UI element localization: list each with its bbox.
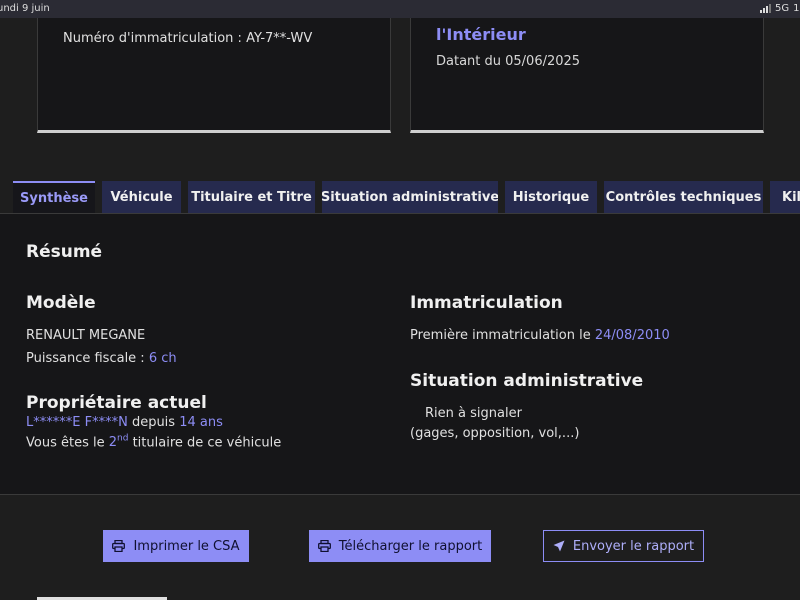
download-report-label: Télécharger le rapport [338, 538, 483, 554]
tab-titulaire[interactable]: Titulaire et Titre [188, 181, 315, 213]
fiscal-power-value: 6 ch [148, 351, 177, 366]
model-heading: Modèle [26, 293, 96, 313]
download-report-button[interactable]: Télécharger le rapport [309, 530, 491, 562]
printer-icon [317, 540, 331, 552]
network-label: 5G [775, 3, 790, 14]
fiscal-power-label: Puissance fiscale : [26, 351, 145, 366]
registration-number: Numéro d'immatriculation : AY-7**-WV [63, 31, 313, 46]
registration-card: Numéro d'immatriculation : AY-7**-WV [37, 18, 391, 133]
first-registration: Première immatriculation le 24/08/2010 [410, 328, 670, 343]
issuer-name: l'Intérieur [436, 25, 526, 44]
status-bar: undi 9 juin 5G 10 [0, 0, 800, 18]
send-report-button[interactable]: Envoyer le rapport [543, 530, 704, 562]
report-date: Datant du 05/06/2025 [436, 54, 581, 69]
send-report-label: Envoyer le rapport [572, 538, 695, 554]
tab-situation-administrative[interactable]: Situation administrative [322, 181, 498, 213]
owner-rank: Vous êtes le 2nd titulaire de ce véhicul… [26, 434, 281, 450]
print-csa-label: Imprimer le CSA [133, 538, 240, 554]
print-csa-button[interactable]: Imprimer le CSA [103, 530, 249, 562]
registration-heading: Immatriculation [410, 293, 563, 313]
tab-vehicule[interactable]: Véhicule [102, 181, 181, 213]
signal-icon [760, 4, 771, 13]
admin-status: Rien à signaler [425, 406, 522, 421]
owner-rank-tail: titulaire de ce véhicule [132, 435, 282, 451]
admin-details: (gages, opposition, vol,...) [410, 426, 580, 441]
owner-rank-prefix: Vous êtes le [26, 435, 105, 451]
owner-line: L******E F****N depuis 14 ans [26, 415, 223, 430]
first-registration-date: 24/08/2010 [594, 328, 670, 343]
tab-bar: Synthèse Véhicule Titulaire et Titre Sit… [0, 181, 800, 214]
summary-title: Résumé [26, 242, 103, 262]
status-indicators: 5G 10 [760, 3, 800, 14]
battery-label: 10 [793, 3, 800, 14]
model-name: RENAULT MEGANE [26, 328, 146, 343]
owner-since-value: 14 ans [179, 415, 223, 430]
issuer-card: l'Intérieur Datant du 05/06/2025 [410, 18, 764, 133]
tab-controles-techniques[interactable]: Contrôles techniques [604, 181, 763, 213]
tab-historique[interactable]: Historique [505, 181, 597, 213]
owner-name: L******E F****N [26, 415, 128, 430]
printer-icon [112, 540, 126, 552]
tab-synthese[interactable]: Synthèse [13, 181, 95, 214]
owner-heading: Propriétaire actuel [26, 393, 207, 413]
owner-since-label: depuis [131, 415, 176, 430]
send-icon [553, 540, 565, 552]
owner-rank-number: 2nd [108, 434, 129, 451]
first-registration-label: Première immatriculation le [410, 328, 591, 343]
admin-heading: Situation administrative [410, 371, 644, 391]
summary-panel: Résumé Modèle RENAULT MEGANE Puissance f… [0, 213, 800, 495]
fiscal-power: Puissance fiscale : 6 ch [26, 351, 177, 366]
tab-kilometrage[interactable]: Kilo [770, 181, 800, 213]
status-date: undi 9 juin [0, 3, 50, 14]
